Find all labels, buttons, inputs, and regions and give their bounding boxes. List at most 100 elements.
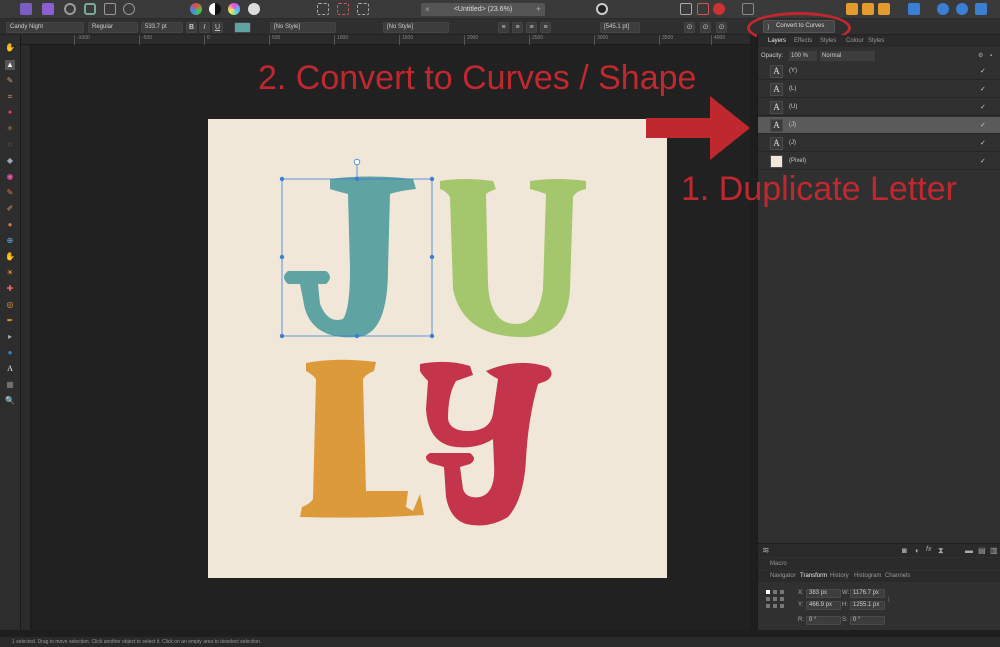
grid-snap-icon[interactable] bbox=[680, 3, 692, 15]
paint-brush-icon[interactable]: ✎ bbox=[5, 76, 15, 86]
tab-close-icon[interactable]: × bbox=[425, 3, 430, 16]
blend-mode-select[interactable]: Normal bbox=[820, 51, 875, 61]
align-icon[interactable] bbox=[908, 3, 920, 15]
s-field[interactable]: 0 ° bbox=[850, 616, 885, 625]
mask-icon[interactable]: ◙ bbox=[902, 546, 907, 555]
node-tool-icon[interactable]: ▸ bbox=[5, 332, 15, 342]
boolean-intersect-icon[interactable] bbox=[975, 3, 987, 15]
resize-handle[interactable] bbox=[354, 333, 360, 339]
persona-icon[interactable] bbox=[64, 3, 76, 15]
y-field[interactable]: 466.9 px bbox=[806, 601, 841, 610]
clone-tool-icon[interactable]: ⊕ bbox=[5, 236, 15, 246]
inpainting-icon[interactable]: ✚ bbox=[5, 284, 15, 294]
layer-row[interactable]: A (L) ✓ bbox=[758, 81, 1000, 98]
lock-icon[interactable]: ▪ bbox=[990, 49, 992, 63]
marquee-icon[interactable] bbox=[317, 3, 329, 15]
resize-handle[interactable] bbox=[279, 176, 285, 182]
letter-y[interactable] bbox=[420, 361, 552, 526]
r-field[interactable]: 0 ° bbox=[806, 616, 841, 625]
w-field[interactable]: 1176.7 px bbox=[850, 589, 885, 598]
document-tab[interactable]: × <Untitled> (23.6%) + bbox=[421, 3, 545, 16]
boolean-subtract-icon[interactable] bbox=[956, 3, 968, 15]
text-path-icon[interactable]: ⊙ bbox=[716, 22, 727, 33]
visibility-checkbox[interactable]: ✓ bbox=[980, 135, 986, 152]
pen-tool-icon[interactable]: ✒ bbox=[5, 316, 15, 326]
levels-icon[interactable] bbox=[209, 3, 221, 15]
white-balance-icon[interactable] bbox=[248, 3, 260, 15]
letter-l[interactable] bbox=[300, 359, 424, 518]
resize-handle[interactable] bbox=[279, 333, 285, 339]
resize-handle[interactable] bbox=[429, 254, 435, 260]
tab-styles[interactable]: Styles bbox=[820, 35, 836, 47]
artboard[interactable] bbox=[208, 119, 667, 578]
tab-navigator[interactable]: Navigator bbox=[770, 571, 796, 582]
font-size-field[interactable]: 533.7 pt bbox=[141, 22, 183, 33]
visibility-checkbox[interactable]: ✓ bbox=[980, 81, 986, 98]
baseline-icon[interactable]: ⊙ bbox=[684, 22, 695, 33]
tab-add-icon[interactable]: + bbox=[536, 3, 541, 16]
gradient-tool-icon[interactable]: ◉ bbox=[5, 172, 15, 182]
layer-row[interactable]: A (U) ✓ bbox=[758, 99, 1000, 116]
macro-panel-header[interactable]: Macro bbox=[758, 558, 1000, 570]
brush-tool-icon[interactable]: ✎ bbox=[5, 188, 15, 198]
h-field[interactable]: 1255.1 px bbox=[850, 601, 885, 610]
assistant-icon[interactable] bbox=[742, 3, 754, 15]
zoom-tool-icon[interactable]: 🔍 bbox=[5, 396, 15, 406]
align-center-icon[interactable]: ≡ bbox=[512, 22, 523, 33]
arrange-front-icon[interactable] bbox=[846, 3, 858, 15]
italic-button[interactable]: I bbox=[199, 22, 210, 33]
rotate-handle[interactable] bbox=[353, 158, 361, 166]
anchor-grid[interactable] bbox=[766, 590, 784, 608]
deselect-icon[interactable] bbox=[337, 3, 349, 15]
arrange-forward-icon[interactable] bbox=[862, 3, 874, 15]
snapping-magnet-icon[interactable] bbox=[713, 3, 725, 15]
visibility-checkbox[interactable]: ✓ bbox=[980, 99, 986, 116]
text-tool-icon[interactable]: A bbox=[5, 364, 15, 374]
bold-button[interactable]: B bbox=[186, 22, 197, 33]
invert-selection-icon[interactable] bbox=[357, 3, 369, 15]
add-layer-icon[interactable]: ▤ bbox=[978, 546, 986, 555]
move-tool-icon[interactable]: ▲ bbox=[5, 60, 15, 70]
snap-off-icon[interactable] bbox=[697, 3, 709, 15]
selection-brush-icon[interactable]: ✦ bbox=[5, 108, 15, 118]
red-eye-icon[interactable]: ◎ bbox=[5, 300, 15, 310]
trash-icon[interactable]: ▥ bbox=[990, 546, 998, 555]
tab-channels[interactable]: Channels bbox=[885, 571, 910, 582]
fx-icon[interactable]: fx bbox=[926, 546, 931, 553]
menu-icon[interactable] bbox=[20, 3, 32, 15]
tab-histogram[interactable]: Histogram bbox=[854, 571, 881, 582]
leading-field[interactable]: [545.1 pt] bbox=[600, 22, 640, 33]
boolean-add-icon[interactable] bbox=[937, 3, 949, 15]
layer-row[interactable]: A (J) ✓ bbox=[758, 135, 1000, 152]
visibility-checkbox[interactable]: ✓ bbox=[980, 63, 986, 80]
layer-row[interactable]: A (J) ✓ bbox=[758, 117, 1000, 134]
opacity-field[interactable]: 100 % bbox=[789, 51, 817, 61]
arrange-back-icon[interactable] bbox=[878, 3, 890, 15]
blur-tool-icon[interactable]: ☀ bbox=[5, 268, 15, 278]
live-filter-icon[interactable]: ⧗ bbox=[938, 546, 944, 556]
x-field[interactable]: 383 px bbox=[806, 589, 841, 598]
font-style-select[interactable]: Regular bbox=[88, 22, 138, 33]
liquify-persona-icon[interactable] bbox=[84, 3, 96, 15]
visibility-checkbox[interactable]: ✓ bbox=[980, 117, 986, 134]
shape-tool-icon[interactable]: ● bbox=[5, 348, 15, 358]
mesh-warp-icon[interactable]: ▦ bbox=[5, 380, 15, 390]
align-left-icon[interactable]: ≡ bbox=[498, 22, 509, 33]
flood-fill-icon[interactable]: ◆ bbox=[5, 156, 15, 166]
letter-j[interactable] bbox=[284, 176, 416, 338]
paragraph-style-select[interactable]: [No Style] bbox=[270, 22, 336, 33]
character-style-select[interactable]: [No Style] bbox=[383, 22, 449, 33]
share-icon[interactable] bbox=[123, 3, 135, 15]
marquee-tool-icon[interactable]: ◌ bbox=[5, 140, 15, 150]
tab-styles-2[interactable]: Styles bbox=[868, 35, 884, 47]
quick-mask-icon[interactable] bbox=[596, 3, 608, 15]
dodge-tool-icon[interactable]: ● bbox=[5, 220, 15, 230]
align-right-icon[interactable]: ≡ bbox=[526, 22, 537, 33]
resize-handle[interactable] bbox=[429, 333, 435, 339]
resize-handle[interactable] bbox=[429, 176, 435, 182]
tab-colour[interactable]: Colour bbox=[846, 35, 864, 47]
layers-stack-icon[interactable]: ≋ bbox=[762, 545, 770, 556]
tab-layers[interactable]: Layers bbox=[768, 35, 786, 47]
layer-row[interactable]: (Pixel) ✓ bbox=[758, 153, 1000, 170]
july-lettering[interactable] bbox=[208, 119, 667, 578]
